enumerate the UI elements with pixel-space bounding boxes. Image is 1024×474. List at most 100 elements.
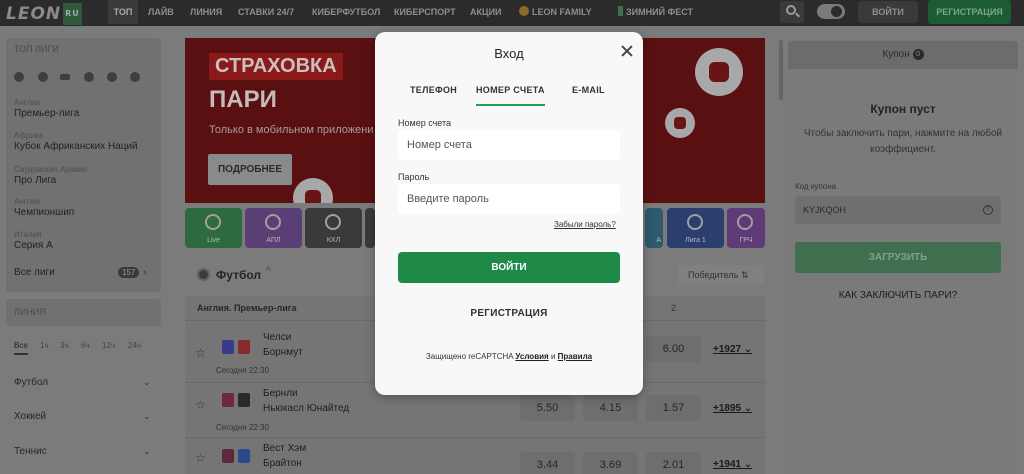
chevron-up-icon[interactable]: ^ bbox=[266, 266, 271, 277]
nav-winter-fest[interactable]: ЗИМНИЙ ФЕСТ bbox=[618, 0, 693, 24]
recaptcha-terms-link[interactable]: Условия bbox=[515, 352, 548, 361]
tile-live[interactable]: Live bbox=[185, 208, 242, 248]
hockey-icon[interactable] bbox=[38, 72, 48, 82]
login-submit-button[interactable]: ВОЙТИ bbox=[398, 252, 620, 283]
forgot-password-link[interactable]: Забыли пароль? bbox=[554, 220, 616, 229]
how-to-bet-link[interactable]: КАК ЗАКЛЮЧИТЬ ПАРИ? bbox=[788, 290, 1008, 301]
login-modal: Вход ТЕЛЕФОН НОМЕР СЧЕТА E-MAIL Номер сч… bbox=[375, 32, 643, 395]
odds-draw[interactable]: 4.15 bbox=[583, 395, 638, 421]
header-register-button[interactable]: РЕГИСТРАЦИЯ bbox=[928, 0, 1011, 24]
header-login-button[interactable]: ВОЙТИ bbox=[858, 1, 918, 23]
coupon-empty-title: Купон пуст bbox=[870, 102, 936, 116]
nav-live[interactable]: ЛАЙВ bbox=[148, 0, 174, 24]
league-item[interactable]: Африка Кубок Африканских Наций bbox=[14, 130, 138, 153]
odds-away[interactable]: 2.01 bbox=[646, 452, 701, 474]
banner-subtitle: Только в мобильном приложени bbox=[209, 124, 374, 136]
coupon-code-field[interactable]: KYJKQOH? bbox=[795, 196, 1001, 224]
filter-all[interactable]: Все bbox=[14, 341, 28, 355]
search-icon[interactable] bbox=[780, 1, 804, 23]
away-team: Ньюкасл Юнайтед bbox=[263, 403, 350, 414]
section-title: Футбол bbox=[216, 268, 262, 282]
nav-bets-24-7[interactable]: СТАВКИ 24/7 bbox=[238, 0, 294, 24]
team-crest-icon bbox=[222, 340, 234, 354]
odds-away[interactable]: 1.57 bbox=[646, 395, 701, 421]
sport-tennis[interactable]: Теннис bbox=[14, 446, 47, 457]
banner-label: СТРАХОВКА bbox=[209, 53, 343, 80]
filter-24h[interactable]: 24ч bbox=[128, 341, 141, 350]
tab-email[interactable]: E-MAIL bbox=[572, 85, 605, 95]
tennis-icon[interactable] bbox=[107, 72, 117, 82]
tile-grc[interactable]: ГРЧ bbox=[727, 208, 765, 248]
coupon-count-badge: 0 bbox=[912, 49, 924, 60]
nav-cyberfootball[interactable]: КИБЕРФУТБОЛ bbox=[312, 0, 380, 24]
account-number-input[interactable] bbox=[398, 130, 620, 160]
tile-khl[interactable]: КХЛ bbox=[305, 208, 362, 248]
more-markets-link[interactable]: +1941 ⌄ bbox=[713, 459, 752, 470]
all-leagues-link[interactable]: Все лиги bbox=[14, 267, 55, 278]
odds-away[interactable]: 6.00 bbox=[646, 336, 701, 362]
coupon-tab[interactable]: Купон 0 bbox=[788, 41, 1018, 69]
filter-6h[interactable]: 6ч bbox=[81, 341, 90, 350]
table-tennis-icon[interactable] bbox=[60, 74, 70, 80]
close-icon[interactable] bbox=[620, 44, 634, 58]
tile[interactable] bbox=[365, 208, 375, 248]
soccer-ball-image bbox=[293, 178, 333, 203]
modal-title: Вход bbox=[494, 46, 524, 61]
sport-football[interactable]: Футбол bbox=[14, 377, 48, 388]
filter-1h[interactable]: 1ч bbox=[40, 341, 49, 350]
line-panel-header: ЛИНИЯ bbox=[6, 299, 161, 326]
leon-logo[interactable]: LEON RU bbox=[6, 3, 82, 25]
banner-headline: ПАРИ bbox=[209, 86, 277, 113]
home-team: Вест Хэм bbox=[263, 443, 307, 454]
team-crest-icon bbox=[222, 449, 234, 463]
league-item[interactable]: Англия Чемпионшип bbox=[14, 196, 74, 219]
away-team: Брайтон bbox=[263, 458, 302, 469]
tile-ligue-1[interactable]: Лига 1 bbox=[667, 208, 724, 248]
market-select[interactable]: Победитель ⇅ bbox=[678, 265, 764, 285]
tab-account-number[interactable]: НОМЕР СЧЕТА bbox=[476, 85, 545, 106]
filter-12h[interactable]: 12ч bbox=[102, 341, 115, 350]
tab-phone[interactable]: ТЕЛЕФОН bbox=[410, 85, 457, 95]
football-icon bbox=[197, 268, 210, 281]
team-crest-icon bbox=[222, 393, 234, 407]
password-input[interactable] bbox=[398, 184, 620, 214]
nav-cybersport[interactable]: КИБЕРСПОРТ bbox=[394, 0, 456, 24]
league-header: Англия. Премьер-лига bbox=[197, 303, 297, 313]
odds-home[interactable]: 3.44 bbox=[520, 452, 575, 474]
nav-promotions[interactable]: АКЦИИ bbox=[470, 0, 502, 24]
football-icon bbox=[737, 214, 753, 230]
nav-line[interactable]: ЛИНИЯ bbox=[190, 0, 222, 24]
more-markets-link[interactable]: +1927 ⌄ bbox=[713, 344, 752, 355]
league-item[interactable]: Италия Серия А bbox=[14, 229, 53, 252]
recaptcha-rules-link[interactable]: Правила bbox=[558, 352, 592, 361]
nav-top[interactable]: ТОП bbox=[108, 0, 138, 24]
odds-draw[interactable]: 3.69 bbox=[583, 452, 638, 474]
star-icon[interactable]: ☆ bbox=[195, 346, 206, 360]
chevron-right-icon: › bbox=[143, 267, 147, 278]
league-item[interactable]: Саудовская Аравия Про Лига bbox=[14, 164, 87, 187]
odds-home[interactable]: 5.50 bbox=[520, 395, 575, 421]
volleyball-icon[interactable] bbox=[130, 72, 140, 82]
nav-leon-family[interactable]: LEON FAMILY bbox=[519, 0, 592, 24]
all-leagues-count-badge: 157 bbox=[118, 267, 140, 278]
tile[interactable]: А bbox=[645, 208, 663, 248]
league-item[interactable]: Англия Премьер-лига bbox=[14, 97, 79, 120]
basketball-icon[interactable] bbox=[84, 72, 94, 82]
soccer-icon[interactable] bbox=[14, 72, 24, 82]
theme-toggle[interactable] bbox=[817, 4, 845, 19]
star-icon[interactable]: ☆ bbox=[195, 398, 206, 412]
coupon-load-button[interactable]: ЗАГРУЗИТЬ bbox=[795, 242, 1001, 273]
filter-3h[interactable]: 3ч bbox=[60, 341, 69, 350]
chevron-down-icon: ⌄ bbox=[143, 411, 151, 421]
info-icon[interactable]: ? bbox=[983, 205, 993, 215]
star-icon[interactable]: ☆ bbox=[195, 451, 206, 465]
live-icon bbox=[205, 214, 221, 230]
modal-register-link[interactable]: РЕГИСТРАЦИЯ bbox=[375, 308, 643, 319]
page-scrollbar[interactable] bbox=[779, 40, 783, 100]
chevron-down-icon: ⌄ bbox=[143, 446, 151, 456]
sport-hockey[interactable]: Хоккей bbox=[14, 411, 46, 422]
tile-epl[interactable]: АПЛ bbox=[245, 208, 302, 248]
more-markets-link[interactable]: +1895 ⌄ bbox=[713, 403, 752, 414]
away-team: Борнмут bbox=[263, 347, 303, 358]
banner-more-button[interactable]: ПОДРОБНЕЕ bbox=[208, 154, 292, 185]
